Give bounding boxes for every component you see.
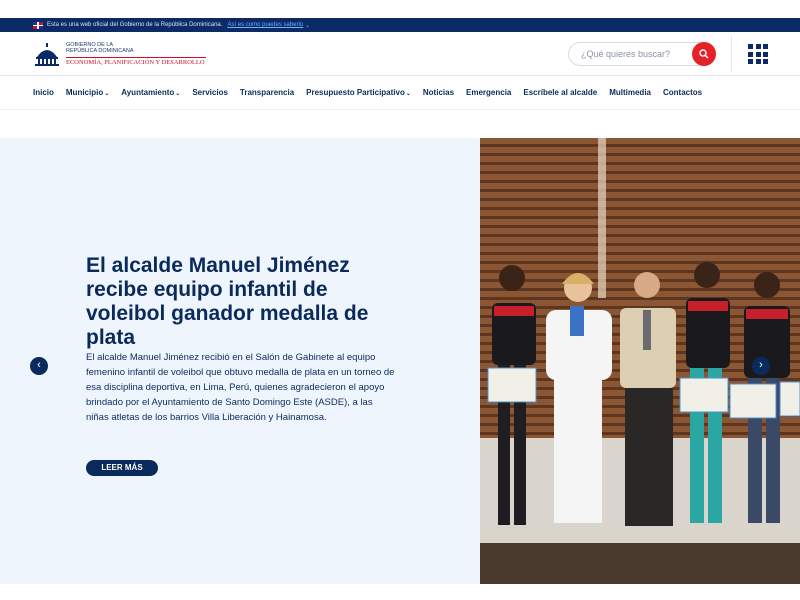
logo-subtitle: ECONOMÍA, PLANIFICACIÓN Y DESARROLLO	[66, 57, 206, 66]
hero-title: El alcalde Manuel Jiménez recibe equipo …	[86, 254, 369, 349]
hero-slider: El alcalde Manuel Jiménez recibe equipo …	[0, 138, 800, 584]
chevron-down-icon: ⌄	[405, 91, 411, 97]
government-logo[interactable]	[33, 41, 61, 67]
chevron-left-icon: ‹	[37, 359, 41, 371]
apps-grid-icon[interactable]	[748, 44, 768, 64]
search-button[interactable]	[692, 42, 716, 66]
nav-item-escribele-al-alcalde[interactable]: Escríbele al alcalde	[523, 88, 597, 97]
nav-item-presupuesto-participativo[interactable]: Presupuesto Participativo⌄	[306, 88, 411, 97]
chevron-down-icon: ⌄	[175, 91, 181, 97]
nav-item-emergencia[interactable]: Emergencia	[466, 88, 511, 97]
nav-item-transparencia[interactable]: Transparencia	[240, 88, 294, 97]
site-header: GOBIERNO DE LA REPÚBLICA DOMINICANA ECON…	[0, 32, 800, 76]
chevron-right-icon: ›	[759, 359, 763, 371]
main-navigation: Inicio Municipio⌄ Ayuntamiento⌄ Servicio…	[0, 76, 800, 110]
chevron-down-icon: ⌄	[104, 91, 110, 97]
nav-item-servicios[interactable]: Servicios	[192, 88, 228, 97]
logo-line-2: REPÚBLICA DOMINICANA	[66, 48, 134, 54]
nav-item-municipio[interactable]: Municipio⌄	[66, 88, 109, 97]
flag-icon	[33, 21, 43, 29]
carousel-prev-button[interactable]: ‹	[30, 357, 48, 375]
government-banner: Esta es una web oficial del Gobierno de …	[0, 18, 800, 32]
nav-item-multimedia[interactable]: Multimedia	[609, 88, 651, 97]
hero-description: El alcalde Manuel Jiménez recibió en el …	[86, 352, 395, 423]
nav-item-ayuntamiento[interactable]: Ayuntamiento⌄	[121, 88, 180, 97]
search-icon	[699, 49, 709, 59]
nav-item-inicio[interactable]: Inicio	[33, 88, 54, 97]
government-logo-text[interactable]: GOBIERNO DE LA REPÚBLICA DOMINICANA ECON…	[66, 42, 206, 66]
how-to-know-link[interactable]: Así es como puedes saberlo	[227, 22, 303, 28]
header-divider	[731, 36, 732, 72]
carousel-next-button[interactable]: ›	[752, 357, 770, 375]
government-banner-text: Esta es una web oficial del Gobierno de …	[47, 22, 223, 28]
nav-item-noticias[interactable]: Noticias	[423, 88, 454, 97]
read-more-button[interactable]: LEER MÁS	[86, 460, 158, 476]
chevron-down-icon[interactable]: ⌄	[305, 22, 310, 29]
nav-item-contactos[interactable]: Contactos	[663, 88, 702, 97]
